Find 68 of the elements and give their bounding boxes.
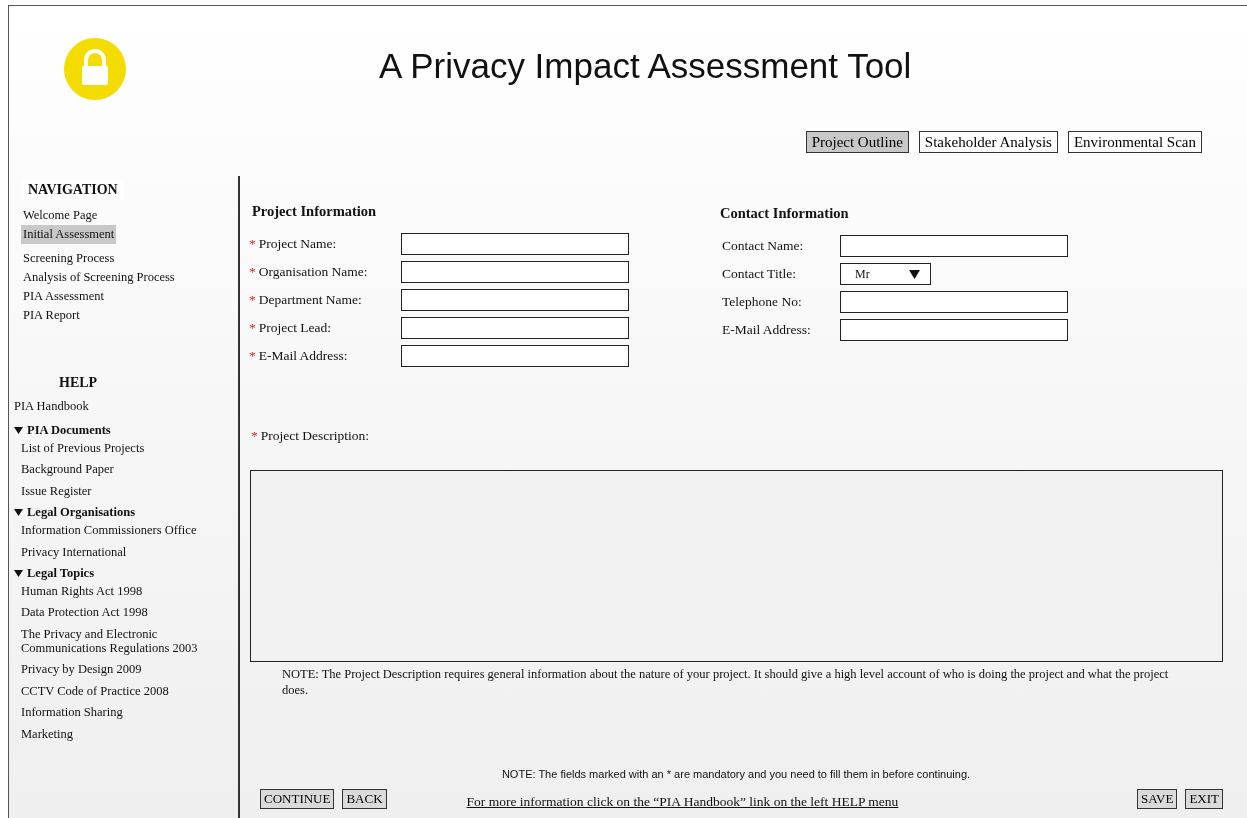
field-label: Department Name: xyxy=(258,292,362,308)
action-button[interactable]: SAVE xyxy=(1137,789,1178,809)
input-field[interactable] xyxy=(401,317,629,339)
input-field[interactable] xyxy=(840,319,1068,341)
input-field[interactable] xyxy=(840,291,1068,313)
help-link[interactable]: Information Commissioners Office xyxy=(21,523,238,538)
nav-item[interactable]: Initial Assessment xyxy=(21,225,117,244)
help-link[interactable]: CCTV Code of Practice 2008 xyxy=(21,683,238,699)
help-group-heading[interactable]: Legal Organisations xyxy=(27,505,135,521)
caret-icon[interactable] xyxy=(14,568,23,578)
nav-item[interactable]: Screening Process xyxy=(21,249,117,268)
help-link[interactable]: Marketing xyxy=(21,726,238,741)
input-field[interactable] xyxy=(401,233,629,255)
field-label: E-Mail Address: xyxy=(722,322,811,338)
section-heading: Project Information xyxy=(252,203,378,220)
nav-item[interactable]: PIA Assessment xyxy=(21,287,106,306)
help-link[interactable]: Background Paper xyxy=(21,462,238,477)
help-link[interactable]: Human Rights Act 1998 xyxy=(21,583,238,599)
section-heading: Contact Information xyxy=(720,205,850,222)
field-label: Project Lead: xyxy=(258,320,332,336)
input-field[interactable] xyxy=(840,235,1068,257)
help-link[interactable]: Privacy by Design 2009 xyxy=(21,662,238,677)
tab[interactable]: Stakeholder Analysis xyxy=(918,131,1058,153)
field-label: Telephone No: xyxy=(722,294,802,310)
input-field[interactable] xyxy=(401,261,629,283)
help-heading: HELP xyxy=(59,375,99,391)
help-link[interactable]: Data Protection Act 1998 xyxy=(21,605,238,620)
help-link[interactable]: PIA Handbook xyxy=(14,399,238,414)
description-field[interactable] xyxy=(250,470,1223,662)
field-label: Project Description: xyxy=(260,428,370,444)
description-note: NOTE: The Project Description requires general information about the nature of your project. It should give a high level account of who is doing the project and what the project does. xyxy=(282,666,1170,699)
caret-icon[interactable] xyxy=(14,426,23,435)
help-link[interactable]: Privacy International xyxy=(21,544,238,559)
mandatory-note: NOTE: The fields marked with an * are mandatory and you need to fill them in before continuing. xyxy=(500,768,972,780)
input-field[interactable] xyxy=(401,345,629,367)
help-link[interactable]: Information Sharing xyxy=(21,705,238,720)
help-link[interactable]: Issue Register xyxy=(21,483,238,499)
field-label: Contact Name: xyxy=(722,238,804,254)
field-label: Contact Title: xyxy=(722,266,796,282)
required-mark: * xyxy=(249,320,256,336)
field-label: Organisation Name: xyxy=(258,264,368,280)
tab[interactable]: Project Outline xyxy=(805,131,909,153)
padlock-icon xyxy=(64,37,126,100)
help-group-heading[interactable]: Legal Topics xyxy=(27,565,95,581)
tab[interactable]: Environmental Scan xyxy=(1067,131,1202,153)
nav-item[interactable]: Welcome Page xyxy=(21,206,100,225)
required-mark: * xyxy=(251,428,258,444)
navigation-heading: NAVIGATION xyxy=(22,180,124,200)
app-title: A Privacy Impact Assessment Tool xyxy=(379,46,912,86)
dropdown-arrow-icon[interactable] xyxy=(909,269,920,279)
help-link[interactable]: List of Previous Projects xyxy=(21,441,238,456)
nav-item[interactable]: PIA Report xyxy=(21,306,82,325)
required-mark: * xyxy=(249,292,256,308)
field-label: E-Mail Address: xyxy=(258,348,348,364)
nav-button[interactable]: CONTINUE xyxy=(260,789,335,809)
required-mark: * xyxy=(249,348,256,364)
nav-button[interactable]: BACK xyxy=(342,789,387,809)
caret-icon[interactable] xyxy=(14,508,23,518)
nav-item[interactable]: Analysis of Screening Process xyxy=(21,268,177,287)
required-mark: * xyxy=(249,264,256,280)
required-mark: * xyxy=(249,236,256,252)
help-group-heading[interactable]: PIA Documents xyxy=(27,423,111,438)
input-field[interactable] xyxy=(401,289,629,311)
field-label: Project Name: xyxy=(258,236,337,252)
help-link[interactable]: For more information click on the “PIA Handbook” link on the left HELP menu xyxy=(466,794,899,810)
help-link[interactable]: The Privacy and Electronic Communications Regulations 2003 xyxy=(21,626,238,656)
action-button[interactable]: EXIT xyxy=(1185,789,1223,809)
title-dropdown[interactable]: Mr xyxy=(840,263,931,285)
